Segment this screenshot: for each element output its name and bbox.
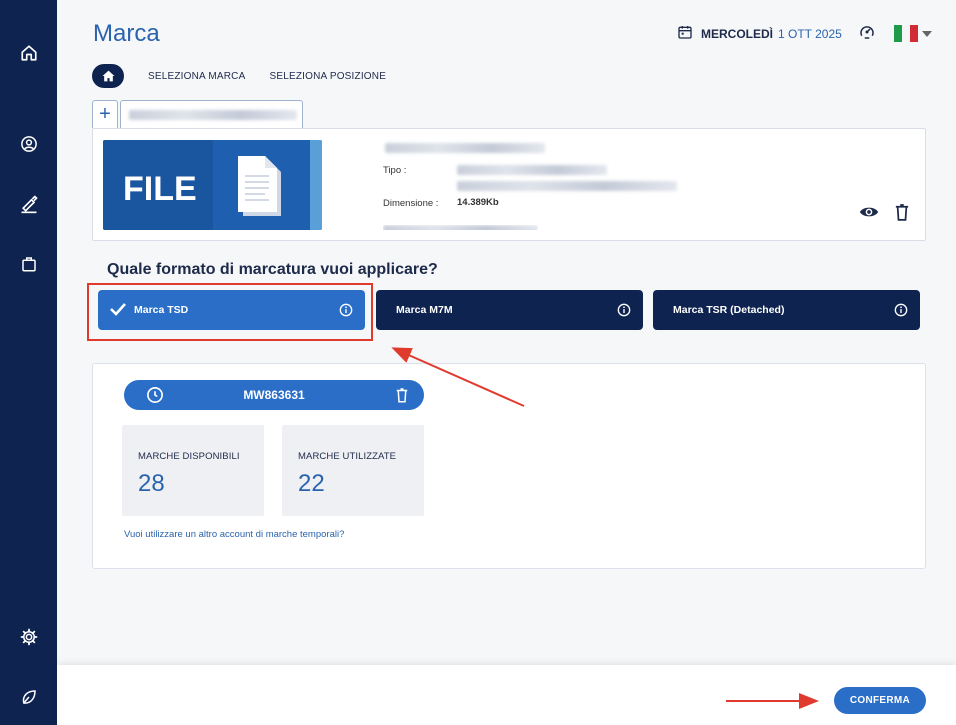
eye-icon[interactable]: [859, 205, 879, 224]
dimension-value: 14.389Kb: [457, 197, 499, 208]
settings-icon[interactable]: [10, 622, 47, 652]
user-icon[interactable]: [10, 129, 47, 159]
used-label: MARCHE UTILIZZATE: [298, 451, 397, 462]
document-icon: [238, 156, 281, 216]
confirm-button[interactable]: CONFERMA: [834, 687, 926, 714]
thumbnail-label: FILE: [123, 170, 197, 208]
format-label: Marca M7M: [396, 304, 453, 316]
tab-home[interactable]: [92, 64, 124, 88]
home-icon[interactable]: [10, 38, 47, 68]
file-card: FILE Tipo : Dimensione : 14.389Kb: [92, 128, 926, 241]
info-icon: [894, 303, 908, 317]
trash-icon[interactable]: [895, 203, 909, 226]
annotation-highlight-box: [87, 283, 373, 341]
date-value: 1 OTT 2025: [778, 26, 842, 41]
tab-select-position[interactable]: SELEZIONA POSIZIONE: [269, 71, 386, 82]
type-label: Tipo :: [383, 165, 407, 176]
main-content: Marca MERCOLEDÌ 1 OTT 2025 SELEZIONA MAR…: [57, 0, 956, 725]
file-tabs: +: [92, 100, 303, 129]
breadcrumb-tabs: SELEZIONA MARCA SELEZIONA POSIZIONE: [92, 64, 386, 88]
used-stamps-card: MARCHE UTILIZZATE 22: [282, 425, 424, 516]
sidebar: [0, 0, 57, 725]
redacted-filename: [129, 109, 297, 120]
format-label: Marca TSR (Detached): [673, 304, 785, 316]
trash-icon: [396, 388, 408, 403]
account-pill[interactable]: MW863631: [124, 380, 424, 410]
leaf-icon[interactable]: [10, 682, 47, 712]
available-stamps-card: MARCHE DISPONIBILI 28: [122, 425, 264, 516]
home-icon: [102, 70, 114, 82]
date-day: MERCOLEDÌ: [701, 26, 773, 41]
format-button-m7m[interactable]: Marca M7M: [376, 290, 643, 330]
page-title: Marca: [93, 20, 160, 47]
calendar-icon: [677, 24, 693, 43]
used-value: 22: [298, 470, 325, 497]
file-tab[interactable]: [120, 100, 303, 128]
format-button-tsr[interactable]: Marca TSR (Detached): [653, 290, 920, 330]
add-file-button[interactable]: +: [92, 100, 118, 128]
file-actions: [859, 203, 909, 226]
italy-flag-icon[interactable]: [893, 25, 932, 42]
footer: [57, 665, 956, 725]
available-label: MARCHE DISPONIBILI: [138, 451, 240, 462]
file-thumbnail: FILE: [103, 140, 322, 230]
help-icon[interactable]: [858, 23, 876, 44]
account-panel: MW863631 MARCHE DISPONIBILI 28 MARCHE UT…: [92, 363, 926, 569]
dimension-label: Dimensione :: [383, 198, 439, 209]
tab-select-brand[interactable]: SELEZIONA MARCA: [148, 71, 245, 82]
available-value: 28: [138, 470, 165, 497]
account-code: MW863631: [243, 388, 305, 402]
sign-icon[interactable]: [10, 189, 47, 219]
chevron-down-icon: [921, 30, 932, 37]
other-account-link[interactable]: Vuoi utilizzare un altro account di marc…: [124, 529, 344, 540]
briefcase-icon[interactable]: [10, 249, 47, 279]
clock-icon: [147, 387, 163, 403]
format-question: Quale formato di marcatura vuoi applicar…: [107, 261, 438, 278]
date-area: MERCOLEDÌ 1 OTT 2025: [677, 23, 932, 44]
info-icon: [617, 303, 631, 317]
